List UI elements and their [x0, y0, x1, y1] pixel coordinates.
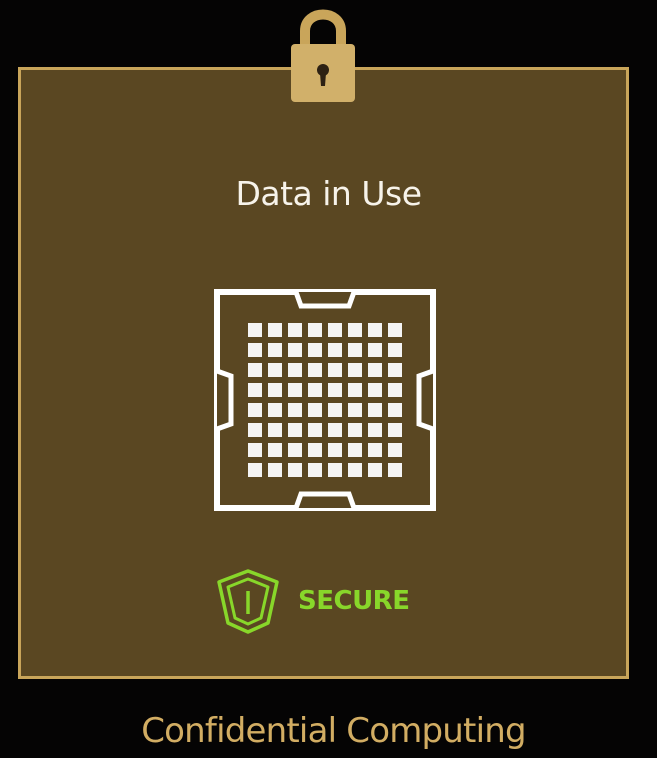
chip-cell: [388, 463, 402, 477]
chip-cell: [328, 423, 342, 437]
chip-cell: [308, 423, 322, 437]
chip-cell: [328, 363, 342, 377]
chip-cell: [348, 403, 362, 417]
chip-cell: [268, 423, 282, 437]
confidential-computing-diagram: Data in Use SECURE Confidential Computin…: [0, 0, 657, 758]
chip-cell: [288, 383, 302, 397]
chip-cell: [388, 363, 402, 377]
chip-cell: [308, 463, 322, 477]
chip-cell: [248, 463, 262, 477]
chip-cell: [348, 383, 362, 397]
chip-cell: [248, 363, 262, 377]
chip-cell: [268, 363, 282, 377]
chip-cell: [248, 443, 262, 457]
chip-cell: [308, 363, 322, 377]
chip-cell: [288, 403, 302, 417]
chip-cell: [248, 383, 262, 397]
chip-cell: [328, 343, 342, 357]
chip-cell: [268, 463, 282, 477]
chip-cell: [348, 363, 362, 377]
chip-cell: [268, 403, 282, 417]
chip-cell: [288, 423, 302, 437]
secure-badge: SECURE: [216, 568, 426, 636]
chip-cell: [308, 403, 322, 417]
chip-cell: [368, 403, 382, 417]
shield-icon: [217, 569, 279, 634]
chip-icon: [214, 289, 436, 511]
chip-cell: [368, 423, 382, 437]
chip-cell: [248, 323, 262, 337]
chip-cell: [308, 443, 322, 457]
diagram-caption: Confidential Computing: [141, 711, 526, 751]
chip-cell: [248, 403, 262, 417]
chip-cell: [348, 423, 362, 437]
chip-cell: [328, 403, 342, 417]
chip-cell: [388, 443, 402, 457]
chip-cell: [348, 463, 362, 477]
chip-cell: [248, 423, 262, 437]
chip-cell: [328, 443, 342, 457]
chip-cell: [388, 383, 402, 397]
chip-cell: [268, 443, 282, 457]
chip-cell: [348, 443, 362, 457]
chip-cell: [268, 343, 282, 357]
chip-cell: [328, 383, 342, 397]
chip-cell: [368, 343, 382, 357]
chip-cell: [348, 323, 362, 337]
padlock-icon: [291, 9, 355, 102]
chip-cell: [368, 323, 382, 337]
chip-cell: [248, 343, 262, 357]
enclave-title: Data in Use: [235, 174, 422, 213]
chip-cell: [308, 323, 322, 337]
chip-cell: [388, 343, 402, 357]
chip-cell: [288, 363, 302, 377]
secure-label: SECURE: [298, 586, 410, 616]
chip-cell: [328, 463, 342, 477]
chip-cell: [368, 363, 382, 377]
chip-cell: [288, 343, 302, 357]
chip-cell: [388, 403, 402, 417]
chip-cell: [388, 323, 402, 337]
chip-cell: [328, 323, 342, 337]
chip-cell: [368, 443, 382, 457]
chip-cell: [268, 323, 282, 337]
chip-cell: [368, 463, 382, 477]
chip-cell: [368, 383, 382, 397]
chip-cell: [308, 383, 322, 397]
chip-cell: [308, 343, 322, 357]
chip-cell: [348, 343, 362, 357]
chip-cell: [288, 463, 302, 477]
chip-cell: [268, 383, 282, 397]
chip-cell: [288, 443, 302, 457]
chip-cell: [288, 323, 302, 337]
chip-cell: [388, 423, 402, 437]
